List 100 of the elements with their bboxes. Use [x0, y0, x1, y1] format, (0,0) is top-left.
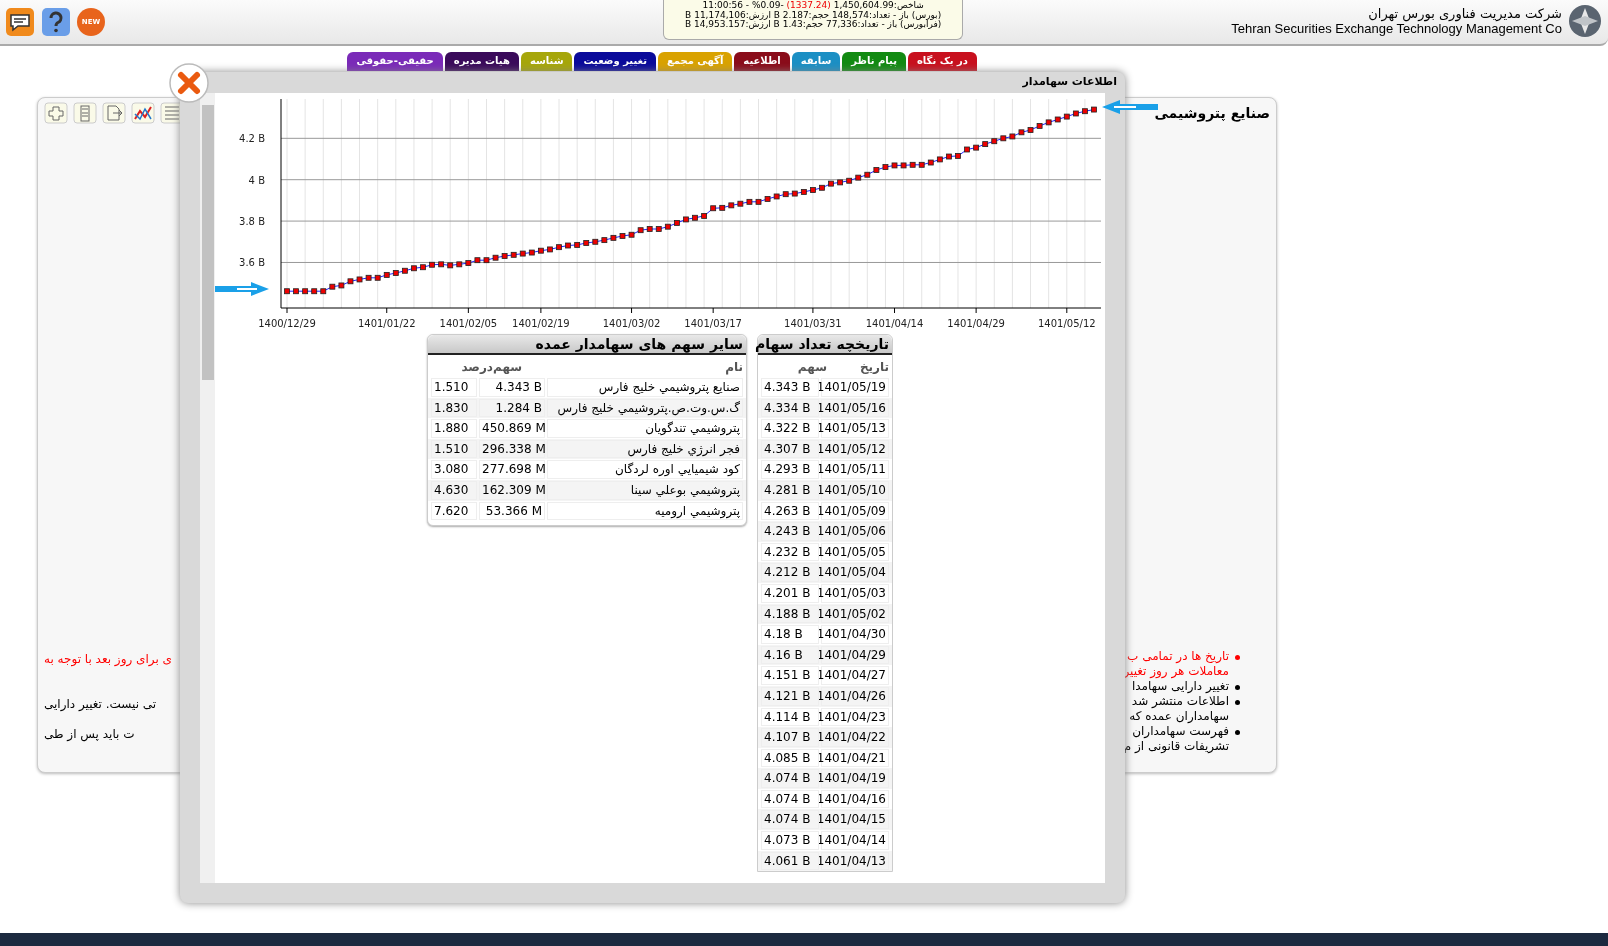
data-point	[664, 223, 671, 230]
data-point	[1082, 108, 1088, 115]
tab[interactable]: در یک نگاه	[907, 52, 977, 71]
data-point	[565, 242, 571, 249]
data-point	[773, 193, 780, 200]
note-text: تی نیست. تغییر دارایی	[44, 697, 157, 712]
table-cell: 4.281 B	[761, 480, 819, 500]
data-point	[637, 227, 644, 234]
column-header: نام	[724, 360, 743, 374]
table-cell: 1401/05/04	[821, 563, 889, 582]
table-cell: 4.061 B	[761, 851, 819, 871]
help-icon[interactable]	[41, 7, 71, 37]
column-header: تاریخ	[858, 360, 889, 374]
data-point	[510, 251, 517, 258]
tab[interactable]: هیات مدیره	[444, 52, 519, 71]
close-button[interactable]	[169, 63, 209, 103]
table-cell: 1401/04/14	[821, 831, 889, 850]
data-point	[501, 253, 508, 259]
table-cell: 1401/04/21	[821, 748, 889, 768]
data-point	[873, 167, 880, 173]
data-point	[828, 180, 834, 187]
data-point	[1063, 113, 1070, 120]
table-cell: 1401/05/10	[821, 480, 889, 500]
tab[interactable]: اطلاعیه	[734, 52, 790, 71]
data-point	[347, 278, 354, 285]
data-point	[946, 153, 952, 160]
data-point	[311, 288, 318, 295]
data-point	[456, 261, 463, 268]
company-name: Tehran Securities Exchange Technology Management Co	[1231, 21, 1562, 36]
table-cell: 1.830	[431, 398, 477, 418]
table-cell: 1.510	[431, 439, 477, 459]
table-cell: 1401/05/06	[821, 522, 889, 541]
data-point	[392, 270, 399, 276]
data-point	[882, 164, 889, 170]
data-point	[955, 153, 961, 159]
tab[interactable]: پیام ناظر	[842, 52, 906, 71]
export-icon[interactable]	[102, 102, 126, 124]
data-point	[728, 202, 735, 209]
axis-label: 1401/01/22	[357, 318, 416, 329]
axis-label: 1401/04/29	[947, 318, 1005, 329]
table-cell: 4.307 B	[761, 439, 819, 459]
data-point	[846, 177, 853, 184]
data-point	[320, 288, 327, 295]
table-cell: 4.201 B	[761, 583, 819, 603]
table-cell: صنایع پتروشیمي خليج فارس	[547, 378, 743, 397]
data-point	[492, 254, 499, 261]
tab[interactable]: تغییر وضعیت	[574, 52, 656, 71]
data-point	[674, 220, 680, 226]
axis-label: 1400/12/29	[258, 318, 316, 329]
table-cell: 1401/04/22	[821, 728, 889, 747]
table-cell: 4.630	[431, 480, 477, 500]
table-cell: 1401/05/02	[821, 604, 889, 624]
axis-label: 1401/02/05	[439, 318, 498, 329]
chat-icon[interactable]	[5, 7, 35, 37]
data-point	[692, 214, 698, 221]
data-point	[991, 138, 998, 145]
chart-icon[interactable]	[131, 102, 155, 124]
table-cell: 1401/04/23	[821, 707, 889, 727]
table-cell: 4.107 B	[761, 728, 819, 747]
table-cell: 4.074 B	[761, 769, 819, 788]
data-point	[982, 141, 989, 147]
data-point	[628, 231, 635, 238]
data-point	[837, 179, 843, 186]
data-point	[610, 234, 617, 241]
tab[interactable]: حقیقی-حقوقی	[347, 52, 443, 71]
column-header: سهم	[493, 360, 524, 374]
table-cell: 4.243 B	[761, 522, 819, 541]
table-cell: 1401/05/19	[821, 378, 889, 397]
data-point	[293, 288, 299, 295]
table-cell: 4.18 B	[761, 625, 819, 644]
data-point	[810, 187, 816, 193]
note-text: سهامداران عمده که	[1129, 709, 1229, 724]
tab[interactable]: سابقه	[791, 52, 841, 71]
data-point	[819, 184, 825, 191]
data-point	[800, 189, 807, 195]
table-title: تاریخچه تعداد سهام	[758, 335, 892, 355]
table-cell: 1401/04/26	[821, 686, 889, 706]
axis-label: 3.8 B	[239, 216, 265, 228]
scrollbar[interactable]	[200, 93, 215, 883]
table-title: سایر سهم های سهامدار عمده	[428, 335, 746, 355]
plus-icon[interactable]	[44, 102, 68, 124]
table-cell: 4.114 B	[761, 707, 819, 727]
table-cell: 53.366 M	[479, 501, 545, 521]
table-cell: 1401/05/11	[821, 460, 889, 479]
data-point	[1054, 116, 1061, 123]
table-cell: 4.263 B	[761, 501, 819, 521]
data-point	[619, 233, 626, 239]
axis-label: 1401/02/19	[512, 318, 570, 329]
note-text: اطلاعات منتشر شد	[1130, 694, 1229, 709]
table-cell: 1401/05/16	[821, 398, 889, 418]
data-point	[519, 250, 526, 257]
data-point	[474, 257, 481, 264]
axis-label: 1401/05/12	[1038, 318, 1096, 329]
calculator-icon[interactable]	[73, 102, 97, 124]
data-point	[855, 174, 862, 181]
table-cell: 4.343 B	[761, 378, 819, 397]
table-cell: 1401/05/03	[821, 583, 889, 603]
table-cell: پتروشیمي بوعلي سينا	[547, 480, 743, 500]
table-cell: 1401/04/15	[821, 810, 889, 830]
axis-label: 1401/03/17	[684, 318, 742, 329]
